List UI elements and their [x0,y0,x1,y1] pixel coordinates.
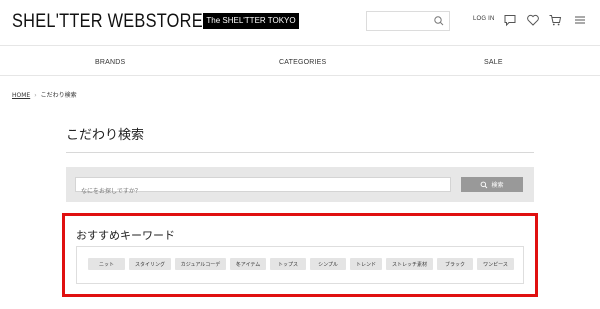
search-icon[interactable] [433,15,445,27]
keyword-search-field[interactable] [75,177,451,199]
heart-icon[interactable] [526,13,540,27]
breadcrumb: HOME › こだわり検索 [12,90,77,99]
keyword-chip[interactable]: ストレッチ素材 [386,258,433,270]
keyword-chip[interactable]: シンプル [310,258,346,270]
site-header: SHEL'TTER WEBSTORE The SHEL'TTER TOKYO L… [0,0,600,46]
recommended-keywords-section: おすすめキーワード ニット スタイリング カジュアルコーデ 冬アイテム トップス… [62,213,538,297]
main-nav: BRANDS CATEGORIES SALE [0,54,600,76]
keyword-chip[interactable]: トップス [270,258,306,270]
search-button[interactable]: 検索 [461,177,523,192]
cart-icon[interactable] [548,13,562,27]
keyword-chip[interactable]: トレンド [350,258,382,270]
breadcrumb-home-link[interactable]: HOME [12,92,30,99]
site-logo[interactable]: SHEL'TTER WEBSTORE [12,11,203,33]
keyword-chip[interactable]: スタイリング [129,258,171,270]
menu-icon[interactable] [573,13,587,27]
nav-brands[interactable]: BRANDS [95,59,125,66]
breadcrumb-current: こだわり検索 [40,92,77,99]
nav-sale[interactable]: SALE [484,59,503,66]
breadcrumb-separator: › [34,92,37,99]
search-button-label: 検索 [491,183,504,189]
shelter-tokyo-badge[interactable]: The SHEL'TTER TOKYO [203,13,299,29]
keyword-chip[interactable]: カジュアルコーデ [175,258,226,270]
search-panel: 検索 [66,167,534,202]
title-divider [66,152,534,153]
nav-categories[interactable]: CATEGORIES [279,59,326,66]
keyword-chip[interactable]: ニット [88,258,125,270]
keyword-search-input[interactable] [76,185,450,199]
login-link[interactable]: LOG IN [473,16,495,22]
message-icon[interactable] [503,13,517,27]
keyword-chip[interactable]: ブラック [437,258,473,270]
search-button-icon [481,181,488,188]
keyword-chip[interactable]: 冬アイテム [230,258,266,270]
keyword-chip[interactable]: ワンピース [477,258,514,270]
keyword-chip-list: ニット スタイリング カジュアルコーデ 冬アイテム トップス シンプル トレンド… [76,246,524,284]
header-search-input[interactable] [367,15,433,34]
recommended-keywords-title: おすすめキーワード [76,229,175,242]
page-title: こだわり検索 [66,128,145,143]
header-search-box[interactable] [366,11,450,34]
